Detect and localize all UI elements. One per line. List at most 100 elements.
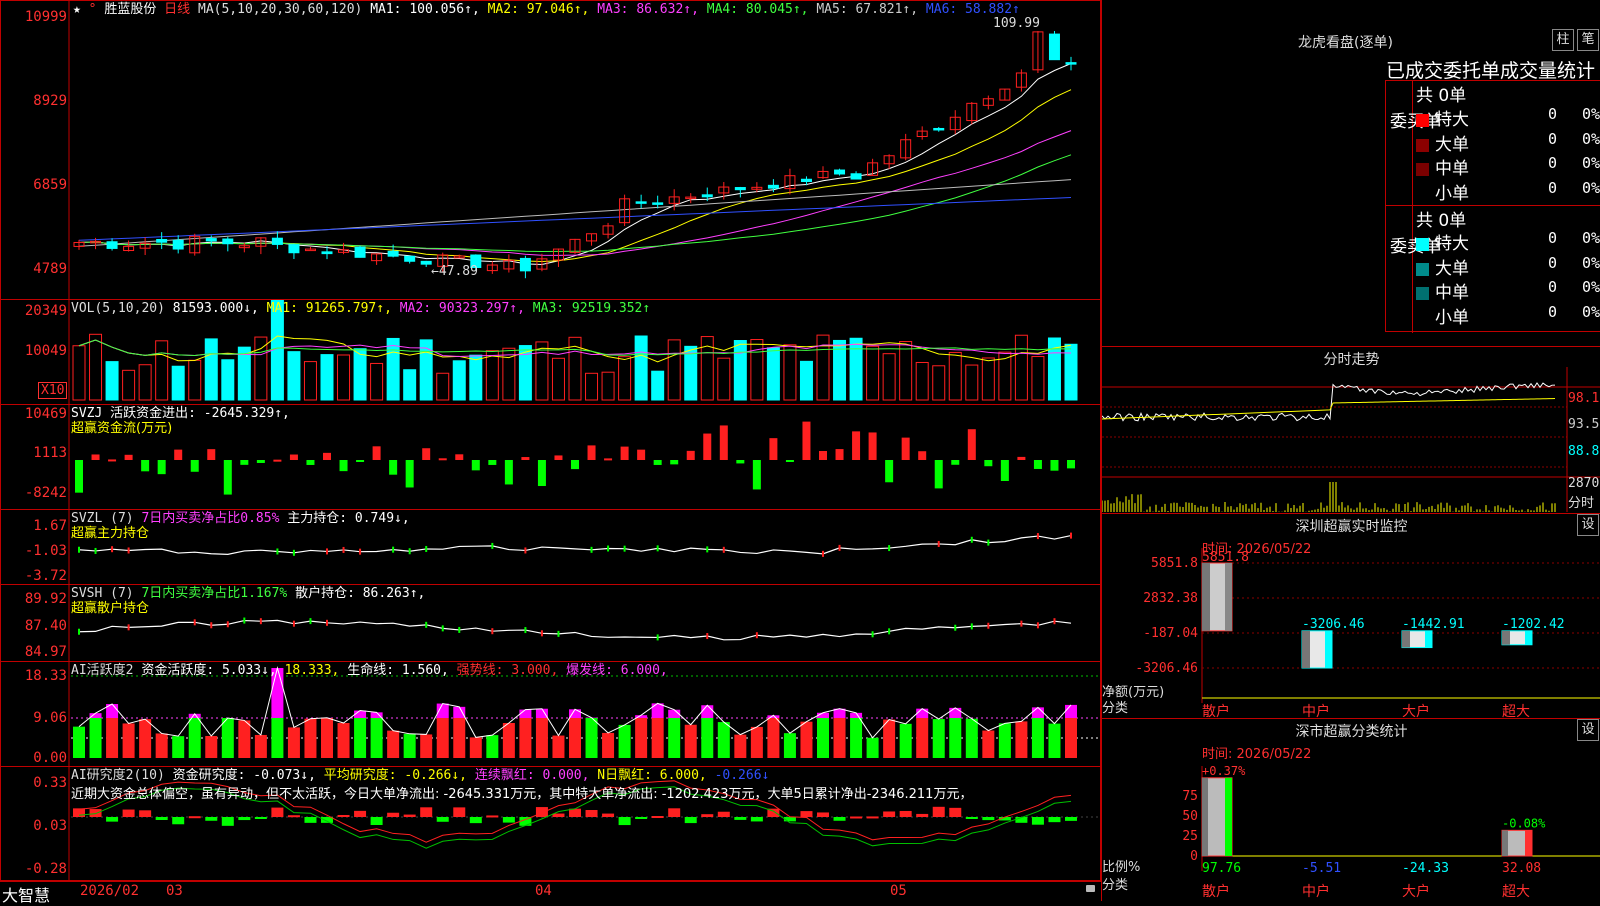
ai2-bar bbox=[453, 807, 465, 817]
low-annotation: ←47.89 bbox=[431, 264, 478, 279]
sell-total: 共 0单 bbox=[1416, 206, 1466, 231]
vol-panel[interactable]: VOL(5,10,20) 81593.000↓, MA1: 91265.797↑… bbox=[0, 299, 1101, 405]
svzj-bar bbox=[406, 460, 414, 487]
vol-bar bbox=[586, 373, 598, 400]
svzj-bar bbox=[323, 453, 331, 460]
brand-logo[interactable]: 大智慧 bbox=[2, 882, 50, 906]
ai-activity-header: AI活跃度2 资金活跃度: 5.033↓, 18.333, 生命线: 1.560… bbox=[71, 663, 668, 678]
vol-bar bbox=[304, 362, 316, 400]
szm-cat-label: 大户 bbox=[1402, 703, 1430, 718]
szm-cat-label: 散户 bbox=[1202, 703, 1230, 718]
candle-body bbox=[157, 240, 167, 243]
candle-body bbox=[1066, 63, 1076, 65]
tick-mode-button[interactable]: 笔 bbox=[1577, 29, 1599, 51]
high-annotation: 109.99 bbox=[993, 16, 1040, 31]
svzj-bar bbox=[455, 454, 463, 460]
ai2-bar bbox=[404, 815, 416, 817]
sz-class-panel[interactable]: 深市超赢分类统计 设 时间: 2026/05/22 7550250+0.37%9… bbox=[1101, 718, 1600, 901]
vol-bar bbox=[205, 339, 217, 400]
ai1-bar bbox=[652, 718, 664, 758]
vol-unit-badge[interactable]: X10 bbox=[38, 382, 67, 399]
ai1-bar bbox=[123, 723, 135, 758]
ai1-bar bbox=[933, 719, 945, 758]
sz-class-ratio: 比例% bbox=[1102, 856, 1140, 875]
bar-mode-button[interactable]: 柱 bbox=[1552, 29, 1574, 51]
svzj-bar bbox=[819, 451, 827, 460]
ai1-bar bbox=[602, 733, 614, 758]
intraday-vol-sub: 分时 bbox=[1568, 492, 1594, 511]
vol-bar bbox=[635, 336, 647, 400]
vol-bar bbox=[1032, 357, 1044, 400]
sz-monitor-chart: 5851.82832.38-187.04-3206.465851.8散户-320… bbox=[1102, 528, 1600, 718]
ai2-bar bbox=[255, 817, 267, 819]
candle-body bbox=[934, 128, 944, 130]
sell-row-name: 中单 bbox=[1435, 283, 1469, 303]
svzj-axis-2: -8242 bbox=[1, 485, 67, 501]
vol-axis-1: 10049 bbox=[1, 343, 67, 359]
ai2-bar bbox=[222, 817, 234, 826]
ai-activity-panel[interactable]: AI活跃度2 资金活跃度: 5.033↓, 18.333, 生命线: 1.560… bbox=[0, 661, 1101, 767]
sell-row: 小单00% bbox=[1416, 303, 1600, 325]
kline-panel[interactable]: ★ ° 胜蓝股份 日线 MA(5,10,20,30,60,120) MA1: 1… bbox=[0, 0, 1101, 300]
svzl-panel[interactable]: SVZL (7) 7日内买卖净占比0.85% 主力持仓: 0.749↓, 超赢主… bbox=[0, 509, 1101, 585]
intraday-axis-2: 88.8 bbox=[1568, 444, 1599, 459]
ai1-bar bbox=[156, 733, 168, 758]
period-label[interactable]: 日线 bbox=[164, 2, 190, 17]
sell-side-label: 委卖单 bbox=[1390, 236, 1410, 258]
star-icon[interactable]: ★ bbox=[73, 2, 81, 17]
szc-value-label: -5.51 bbox=[1302, 861, 1341, 876]
buy-row: 大单00% bbox=[1416, 130, 1600, 152]
ai1-bar bbox=[536, 718, 548, 758]
svzj-panel[interactable]: SVZJ 活跃资金进出: -2645.329↑, 超赢资金流(万元) 10469… bbox=[0, 404, 1101, 510]
svzj-bar bbox=[571, 460, 579, 469]
szc-value-label: 32.08 bbox=[1502, 861, 1541, 876]
ai2-bar bbox=[338, 815, 350, 817]
vol-bar bbox=[800, 361, 812, 400]
buy-color-swatch bbox=[1416, 163, 1429, 176]
ai1-bar bbox=[569, 718, 581, 758]
szm-bar-shade2 bbox=[1525, 631, 1532, 645]
ai2-bar bbox=[949, 808, 961, 817]
kline-chart[interactable] bbox=[1, 1, 1100, 299]
ai2-bar bbox=[586, 810, 598, 817]
vol-bar bbox=[453, 361, 465, 400]
svzj-bar bbox=[968, 429, 976, 460]
vol-axis-0: 20349 bbox=[1, 303, 67, 319]
svzj-bar bbox=[472, 460, 480, 470]
ai1-bar bbox=[1048, 724, 1060, 758]
svsh-panel[interactable]: SVSH (7) 7日内买卖净占比1.167% 散户持仓: 86.263↑, 超… bbox=[0, 584, 1101, 662]
ai-research-panel[interactable]: AI研究度2(10) 资金研究度: -0.073↓, 平均研究度: -0.266… bbox=[0, 766, 1101, 881]
ai2-bar bbox=[73, 808, 85, 817]
date-label-2: 04 bbox=[535, 883, 552, 899]
ai1-axis-2: 0.00 bbox=[1, 750, 67, 766]
intraday-panel[interactable]: 分时走势 98.1 93.5 88.8 2870 分时 bbox=[1101, 346, 1600, 514]
ai1-bar bbox=[338, 723, 350, 758]
ai2-bar bbox=[635, 817, 647, 819]
stock-name[interactable]: 胜蓝股份 bbox=[104, 2, 156, 17]
ai-research-header: AI研究度2(10) 资金研究度: -0.073↓, 平均研究度: -0.266… bbox=[71, 768, 769, 783]
sell-row-count: 0 bbox=[1548, 254, 1557, 272]
sz-monitor-panel[interactable]: 深圳超赢实时监控 设 时间: 2026/05/22 5851.82832.38-… bbox=[1101, 513, 1600, 719]
svzj-bar bbox=[505, 460, 513, 484]
svzj-bar bbox=[158, 460, 166, 474]
szm-bar-shade2 bbox=[1425, 631, 1432, 648]
ai1-bar bbox=[552, 736, 564, 758]
vol-bar bbox=[652, 371, 664, 400]
lhb-tabs[interactable]: 已成交委托单成交量统计 bbox=[1386, 56, 1595, 83]
ai2-bar bbox=[800, 811, 812, 817]
sell-row: 大单00% bbox=[1416, 254, 1600, 276]
vol-bar bbox=[139, 365, 151, 400]
svzj-bar bbox=[422, 448, 430, 460]
szm-value-label: 5851.8 bbox=[1202, 550, 1249, 565]
vol-bar bbox=[90, 334, 102, 400]
szc-bar-shade2 bbox=[1502, 830, 1508, 856]
ai2-bar bbox=[602, 814, 614, 817]
vol-bar bbox=[156, 341, 168, 400]
date-label-1: 03 bbox=[166, 883, 183, 899]
szm-bar-shade bbox=[1302, 631, 1310, 668]
svzl-axis-1: -1.03 bbox=[1, 543, 67, 559]
vol-bar bbox=[73, 346, 85, 400]
lock-icon[interactable] bbox=[1086, 885, 1095, 892]
ai1-bar bbox=[784, 733, 796, 758]
svsh-axis-2: 84.97 bbox=[1, 644, 67, 660]
